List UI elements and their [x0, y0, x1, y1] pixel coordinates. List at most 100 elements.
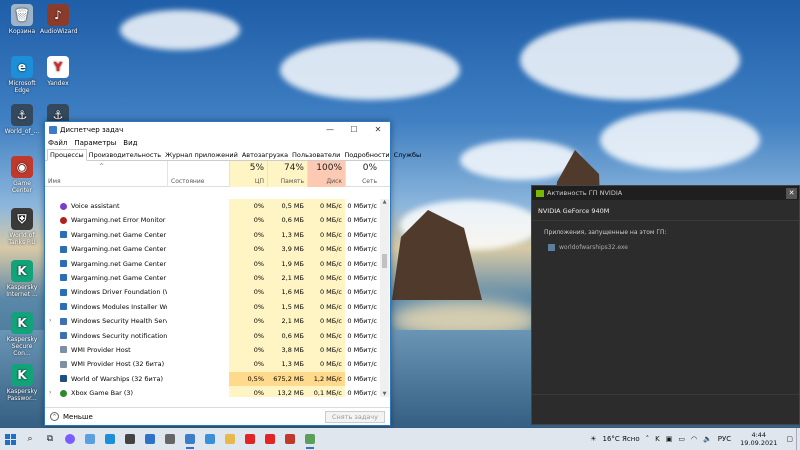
- desktop-icon[interactable]: Y Yandex: [40, 56, 76, 87]
- table-row[interactable]: Wargaming.net Game Center (3...0%2,1 МБ0…: [45, 270, 380, 286]
- tab-processes[interactable]: Процессы: [47, 149, 87, 161]
- desktop-icon[interactable]: K Kaspersky Internet ...: [4, 260, 40, 298]
- table-row[interactable]: › Xbox Game Bar (3) 0% 13,2 МБ 0,1 МБ/с 0 Мби…: [45, 386, 380, 397]
- column-name[interactable]: ^ Имя: [45, 161, 167, 187]
- end-task-button[interactable]: Снять задачу: [325, 410, 385, 423]
- scrollbar-thumb[interactable]: [382, 254, 387, 268]
- taskbar-app-tablet[interactable]: [80, 428, 100, 450]
- menu-options[interactable]: Параметры: [74, 139, 116, 147]
- table-row[interactable]: Wargaming.net Game Center (3...0%1,9 МБ0…: [45, 256, 380, 271]
- gpu-app-item[interactable]: worldofwarships32.exe: [532, 240, 799, 255]
- store-icon: [125, 434, 135, 444]
- scroll-down-icon[interactable]: ▼: [380, 391, 389, 397]
- desktop-icon[interactable]: ♪ AudioWizard: [40, 4, 78, 35]
- process-memory: 3,8 МБ: [267, 342, 307, 358]
- table-row[interactable]: Windows Driver Foundation (W... 0% 1,6 МБ 0…: [45, 285, 380, 300]
- table-row[interactable]: Windows Modules Installer Wor... 0%1,5 МБ…: [45, 299, 380, 315]
- desktop-icon[interactable]: ⛨ World of Tanks RU: [4, 208, 40, 246]
- taskbar-app-mail[interactable]: [140, 428, 160, 450]
- taskbar-app-cortana[interactable]: [60, 428, 80, 450]
- start-button[interactable]: [0, 428, 20, 450]
- tab-performance[interactable]: Производительность: [87, 150, 163, 160]
- tab-details[interactable]: Подробности: [342, 150, 391, 160]
- tab-services[interactable]: Службы: [392, 150, 424, 160]
- taskbar-app-nvidia[interactable]: [300, 428, 320, 450]
- kaspersky-tray-icon[interactable]: K: [652, 435, 663, 443]
- task-view-icon[interactable]: ⧉: [40, 428, 60, 450]
- taskbar-app-explorer[interactable]: [220, 428, 240, 450]
- volume-icon[interactable]: 🔈: [700, 435, 715, 443]
- table-row[interactable]: ›Windows Security Health Service0%2,1 МБ…: [45, 314, 380, 329]
- weather-text[interactable]: 16°C Ясно: [600, 435, 643, 443]
- tab-app-history[interactable]: Журнал приложений: [163, 150, 240, 160]
- taskbar-app-store[interactable]: [120, 428, 140, 450]
- taskbar-app-yabrowser[interactable]: [260, 428, 280, 450]
- process-network: 0 Мбит/с: [347, 317, 377, 326]
- tab-users[interactable]: Пользователи: [290, 150, 342, 160]
- taskbar-app-edge[interactable]: [100, 428, 120, 450]
- task-manager-titlebar[interactable]: Диспетчер задач — ☐ ✕: [45, 122, 390, 137]
- column-cpu[interactable]: 5% ЦП: [229, 161, 267, 187]
- weather-icon[interactable]: ☀: [587, 435, 599, 443]
- process-name: Voice assistant: [71, 202, 120, 210]
- column-memory[interactable]: 74% Память: [267, 161, 307, 187]
- table-row[interactable]: Wargaming.net Game Center (3...0%1,3 МБ0…: [45, 227, 380, 243]
- column-network[interactable]: 0% Сеть: [345, 161, 380, 187]
- scroll-up-icon[interactable]: ▲: [380, 199, 389, 205]
- language-indicator[interactable]: РУС: [715, 435, 734, 443]
- column-disk[interactable]: 100% Диск: [307, 161, 345, 187]
- wifi-icon[interactable]: ◠: [688, 435, 700, 443]
- taskbar-app-photos[interactable]: [200, 428, 220, 450]
- taskbar-app-settings[interactable]: [160, 428, 180, 450]
- column-state[interactable]: Состояние: [167, 161, 229, 187]
- nvidia-panel-titlebar: Активность ГП NVIDIA ✕: [532, 186, 799, 200]
- nvidia-close-button[interactable]: ✕: [786, 187, 797, 199]
- process-name: Windows Driver Foundation (W...: [71, 288, 167, 297]
- nvidia-tray-icon[interactable]: ▣: [663, 435, 676, 443]
- process-cpu: 0%: [229, 227, 267, 243]
- task-manager-footer: ^ Меньше Снять задачу: [45, 407, 390, 425]
- yabrowser-icon: [265, 434, 275, 444]
- process-disk: 0 МБ/с: [307, 227, 345, 243]
- minimize-button[interactable]: —: [318, 122, 342, 137]
- desktop-icon[interactable]: 🗑 Корзина: [4, 4, 40, 35]
- desktop-app-icon: e: [11, 56, 33, 78]
- table-row[interactable]: Windows Security notification ic... 0%0,6…: [45, 328, 380, 343]
- nvidia-gpu-activity-panel[interactable]: Активность ГП NVIDIA ✕ NVIDIA GeForce 94…: [531, 185, 800, 425]
- desktop-icon[interactable]: ◉ Game Center: [4, 156, 40, 194]
- process-cpu: 0,5%: [229, 371, 267, 387]
- taskbar-app-taskmgr[interactable]: [180, 428, 200, 450]
- table-row[interactable]: World of Warships (32 бита) 0,5% 675,2 МБ 1…: [45, 371, 380, 387]
- table-row[interactable]: Wargaming.net Error Monitor (3... 0%0,6 М…: [45, 213, 380, 228]
- search-icon[interactable]: ⌕: [20, 428, 40, 450]
- table-row[interactable]: Voice assistant 0% 0,5 МБ 0 МБ/с 0 Мбит/с: [45, 199, 380, 214]
- clock[interactable]: 4:44 19.09.2021: [734, 431, 783, 447]
- task-manager-window[interactable]: Диспетчер задач — ☐ ✕ Файл Параметры Вид…: [44, 121, 421, 426]
- maximize-button[interactable]: ☐: [342, 122, 366, 137]
- table-row[interactable]: WMI Provider Host 0% 3,8 МБ 0 МБ/с 0 Мбит/с: [45, 342, 380, 358]
- taskbar-app-gamecenter[interactable]: [280, 428, 300, 450]
- desktop-icon[interactable]: e Microsoft Edge: [4, 56, 40, 94]
- gpu-apps-label: Приложения, запущенные на этом ГП:: [544, 229, 667, 236]
- process-disk: 0 МБ/с: [307, 270, 345, 286]
- process-disk: 1,2 МБ/с: [307, 371, 345, 387]
- notifications-icon[interactable]: ▢: [783, 435, 796, 443]
- tab-startup[interactable]: Автозагрузка: [240, 150, 290, 160]
- table-row[interactable]: Wargaming.net Game Center (3...0%3,9 МБ0…: [45, 242, 380, 257]
- process-list-scrollbar[interactable]: ▲ ▼: [380, 199, 389, 397]
- close-button[interactable]: ✕: [366, 122, 390, 137]
- table-row[interactable]: WMI Provider Host (32 бита) 0% 1,3 МБ 0 МБ/…: [45, 357, 380, 372]
- fewer-details-link[interactable]: Меньше: [63, 413, 325, 421]
- chevron-up-icon[interactable]: ^: [50, 412, 59, 421]
- show-hidden-icons-icon[interactable]: ˄: [643, 435, 653, 443]
- desktop-app-icon: ⛨: [11, 208, 33, 230]
- taskbar-app-yandex[interactable]: [240, 428, 260, 450]
- menu-file[interactable]: Файл: [48, 139, 67, 147]
- menu-view[interactable]: Вид: [123, 139, 137, 147]
- show-desktop-button[interactable]: [796, 428, 800, 450]
- desktop-icon[interactable]: K Kaspersky Secure Con...: [4, 312, 40, 357]
- desktop-icon[interactable]: K Kaspersky Passwor...: [4, 364, 40, 402]
- process-network: 0 Мбит/с: [347, 345, 377, 354]
- battery-icon[interactable]: ▭: [675, 435, 688, 443]
- desktop-icon[interactable]: ⚓ World_of_...: [4, 104, 40, 135]
